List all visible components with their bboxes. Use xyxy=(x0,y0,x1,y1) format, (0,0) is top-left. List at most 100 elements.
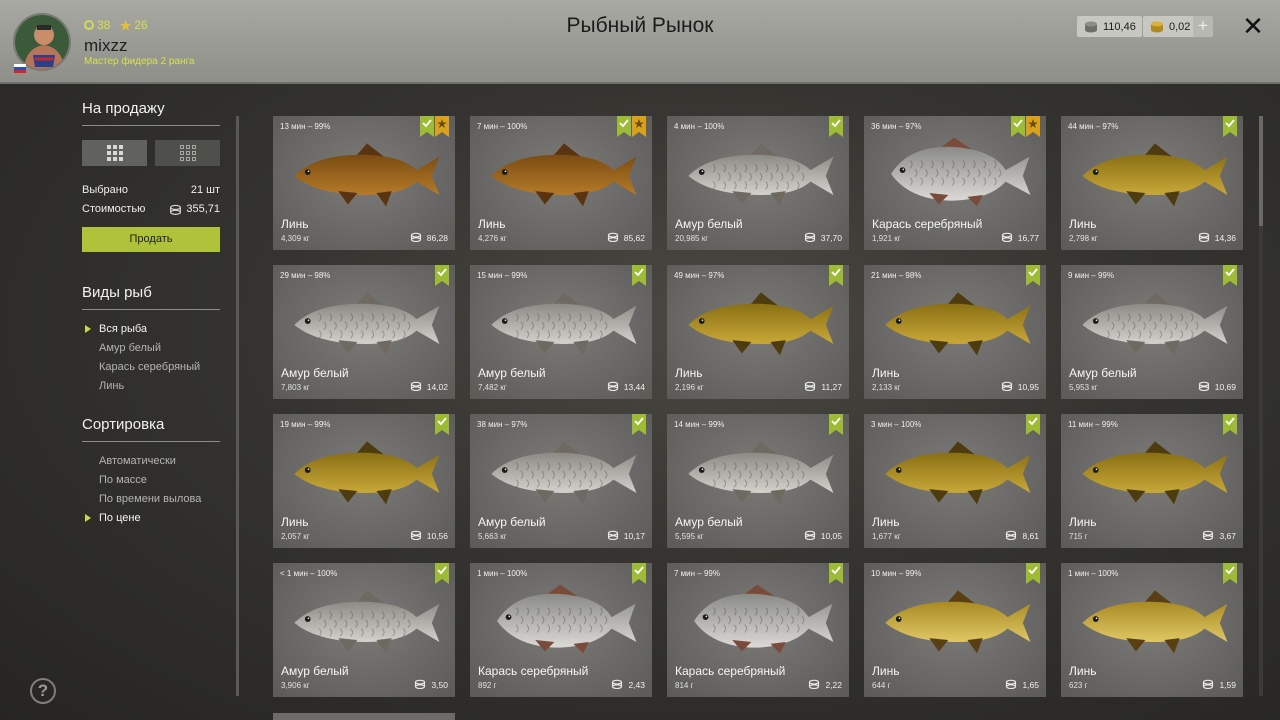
fish-card[interactable]: 15 мин – 99% Амур белый 7,482 кг 13,44 xyxy=(470,265,652,399)
selected-count-row: Выбрано 21 шт xyxy=(82,184,220,196)
fish-card[interactable]: 7 мин – 100% Линь 4,276 кг 85,62 xyxy=(470,116,652,250)
fish-card[interactable]: 7 мин – 99% Карась серебряный 814 г 2,22 xyxy=(667,563,849,697)
catch-time-quality: 7 мин – 99% xyxy=(674,569,720,578)
fish-price-value: 13,44 xyxy=(623,382,645,392)
fish-weight: 4,309 кг xyxy=(281,234,310,243)
add-gold-button[interactable]: + xyxy=(1193,16,1213,37)
fish-card[interactable]: 19 мин – 99% Линь 2,057 кг 10,56 xyxy=(273,414,455,548)
catch-time-quality: 38 мин – 97% xyxy=(477,420,528,429)
selected-triangle-icon xyxy=(85,325,91,333)
silver-coin-icon xyxy=(804,530,816,542)
species-filter-label: Амур белый xyxy=(99,342,161,354)
fish-price: 10,56 xyxy=(410,530,448,542)
sort-label: По массе xyxy=(99,474,147,486)
fish-price-value: 10,56 xyxy=(426,531,448,541)
fish-price-value: 10,69 xyxy=(1214,382,1236,392)
fish-name: Линь xyxy=(872,664,900,678)
fish-price-value: 37,70 xyxy=(820,233,842,243)
fish-price-value: 2,43 xyxy=(628,680,645,690)
selected-label: Выбрано xyxy=(82,184,128,196)
sort-by-weight[interactable]: По массе xyxy=(82,471,220,490)
silver-coin-icon xyxy=(804,381,816,393)
fish-card[interactable]: 49 мин – 97% Линь 2,196 кг 11,27 xyxy=(667,265,849,399)
silver-coin-icon xyxy=(804,232,816,244)
silver-coin-icon xyxy=(607,232,619,244)
fish-card[interactable]: 11 мин – 99% Линь 715 г 3,67 xyxy=(1061,414,1243,548)
fish-weight: 5,595 кг xyxy=(675,532,704,541)
fish-price: 1,65 xyxy=(1005,679,1039,691)
grid-scrollbar[interactable] xyxy=(1259,116,1263,696)
silver-coin-icon xyxy=(1005,530,1017,542)
fish-card[interactable]: < 1 мин – 100% Амур белый 3,906 кг 3,50 xyxy=(273,563,455,697)
selected-triangle-icon xyxy=(85,514,91,522)
fish-card[interactable]: 10 мин – 99% Линь 644 г 1,65 xyxy=(864,563,1046,697)
sort-by-price[interactable]: По цене xyxy=(82,509,220,528)
sort-options-list: Автоматически По массе По времени вылова… xyxy=(82,452,220,528)
species-filter-amur[interactable]: Амур белый xyxy=(82,339,220,358)
fish-price: 8,61 xyxy=(1005,530,1039,542)
fish-name: Амур белый xyxy=(281,366,349,380)
fish-card[interactable]: 14 мин – 99% Амур белый 5,595 кг 10,05 xyxy=(667,414,849,548)
fish-name: Линь xyxy=(478,217,506,231)
flag-icon xyxy=(14,60,26,73)
sort-by-catch-time[interactable]: По времени вылова xyxy=(82,490,220,509)
fish-price-value: 10,95 xyxy=(1017,382,1039,392)
species-filter-tench[interactable]: Линь xyxy=(82,377,220,396)
fish-card[interactable]: 3 мин – 100% Линь 1,677 кг 8,61 xyxy=(864,414,1046,548)
fish-name: Карась серебряный xyxy=(478,664,589,678)
silver-coin-icon xyxy=(1005,679,1017,691)
rank-text: Мастер фидера 2 ранга xyxy=(84,56,195,67)
fish-card[interactable]: 44 мин – 97% Линь 2,798 кг 14,36 xyxy=(1061,116,1243,250)
catch-time-quality: 11 мин – 99% xyxy=(1068,420,1118,429)
fish-price-value: 1,59 xyxy=(1219,680,1236,690)
fish-card[interactable]: 29 мин – 98% Амур белый 7,803 кг 14,02 xyxy=(273,265,455,399)
fish-price-value: 3,50 xyxy=(431,680,448,690)
species-filter-label: Карась серебряный xyxy=(99,361,201,373)
fish-card[interactable]: 38 мин – 97% Амур белый 5,663 кг 10,17 xyxy=(470,414,652,548)
small-grid-view-button[interactable] xyxy=(155,140,220,166)
fish-name: Линь xyxy=(1069,515,1097,529)
fish-card[interactable]: 1 мин – 100% Карась серебряный 892 г 2,4… xyxy=(470,563,652,697)
fish-image-tench xyxy=(281,432,449,510)
fish-name: Линь xyxy=(1069,217,1097,231)
scrollbar-thumb[interactable] xyxy=(1259,116,1263,226)
silver-coin-icon xyxy=(1001,232,1013,244)
fish-price: 37,70 xyxy=(804,232,842,244)
fish-price-value: 8,61 xyxy=(1022,531,1039,541)
fish-name: Амур белый xyxy=(675,515,743,529)
help-button[interactable]: ? xyxy=(30,678,56,704)
fish-card[interactable]: 21 мин – 98% Линь 2,133 кг 10,95 xyxy=(864,265,1046,399)
species-filter-all[interactable]: Вся рыба xyxy=(82,320,220,339)
fish-weight: 5,953 кг xyxy=(1069,383,1098,392)
fish-price-value: 10,17 xyxy=(623,531,645,541)
sell-button[interactable]: Продать xyxy=(82,227,220,252)
fish-image-tench-light xyxy=(1069,581,1237,659)
close-button[interactable]: ✕ xyxy=(1240,13,1266,39)
fish-weight: 2,798 кг xyxy=(1069,234,1098,243)
fish-card[interactable]: 1 мин – 100% Линь 623 г 1,59 xyxy=(1061,563,1243,697)
catch-time-quality: 1 мин – 100% xyxy=(477,569,528,578)
fish-price: 3,50 xyxy=(414,679,448,691)
silver-coin-icon xyxy=(1085,21,1097,33)
next-row-card-partial[interactable] xyxy=(273,713,455,720)
fish-card[interactable]: 4 мин – 100% Амур белый 20,985 кг 37,70 xyxy=(667,116,849,250)
fish-price-value: 14,36 xyxy=(1214,233,1236,243)
silver-coin-icon xyxy=(1202,679,1214,691)
fish-price-value: 10,05 xyxy=(820,531,842,541)
fish-name: Амур белый xyxy=(675,217,743,231)
large-grid-view-button[interactable] xyxy=(82,140,147,166)
fish-weight: 3,906 кг xyxy=(281,681,310,690)
catch-time-quality: 4 мин – 100% xyxy=(674,122,725,131)
fish-card[interactable]: 9 мин – 99% Амур белый 5,953 кг 10,69 xyxy=(1061,265,1243,399)
fish-image-amur xyxy=(675,134,843,212)
fish-image-tench xyxy=(675,283,843,361)
species-filter-crucian[interactable]: Карась серебряный xyxy=(82,358,220,377)
fish-weight: 814 г xyxy=(675,681,694,690)
sort-auto[interactable]: Автоматически xyxy=(82,452,220,471)
fish-price-value: 3,67 xyxy=(1219,531,1236,541)
fish-name: Карась серебряный xyxy=(675,664,786,678)
fish-card[interactable]: 13 мин – 99% Линь 4,309 кг 86,28 xyxy=(273,116,455,250)
fish-card[interactable]: 36 мин – 97% Карась серебряный 1,921 кг … xyxy=(864,116,1046,250)
fish-image-amur xyxy=(478,283,646,361)
catch-time-quality: 14 мин – 99% xyxy=(674,420,725,429)
